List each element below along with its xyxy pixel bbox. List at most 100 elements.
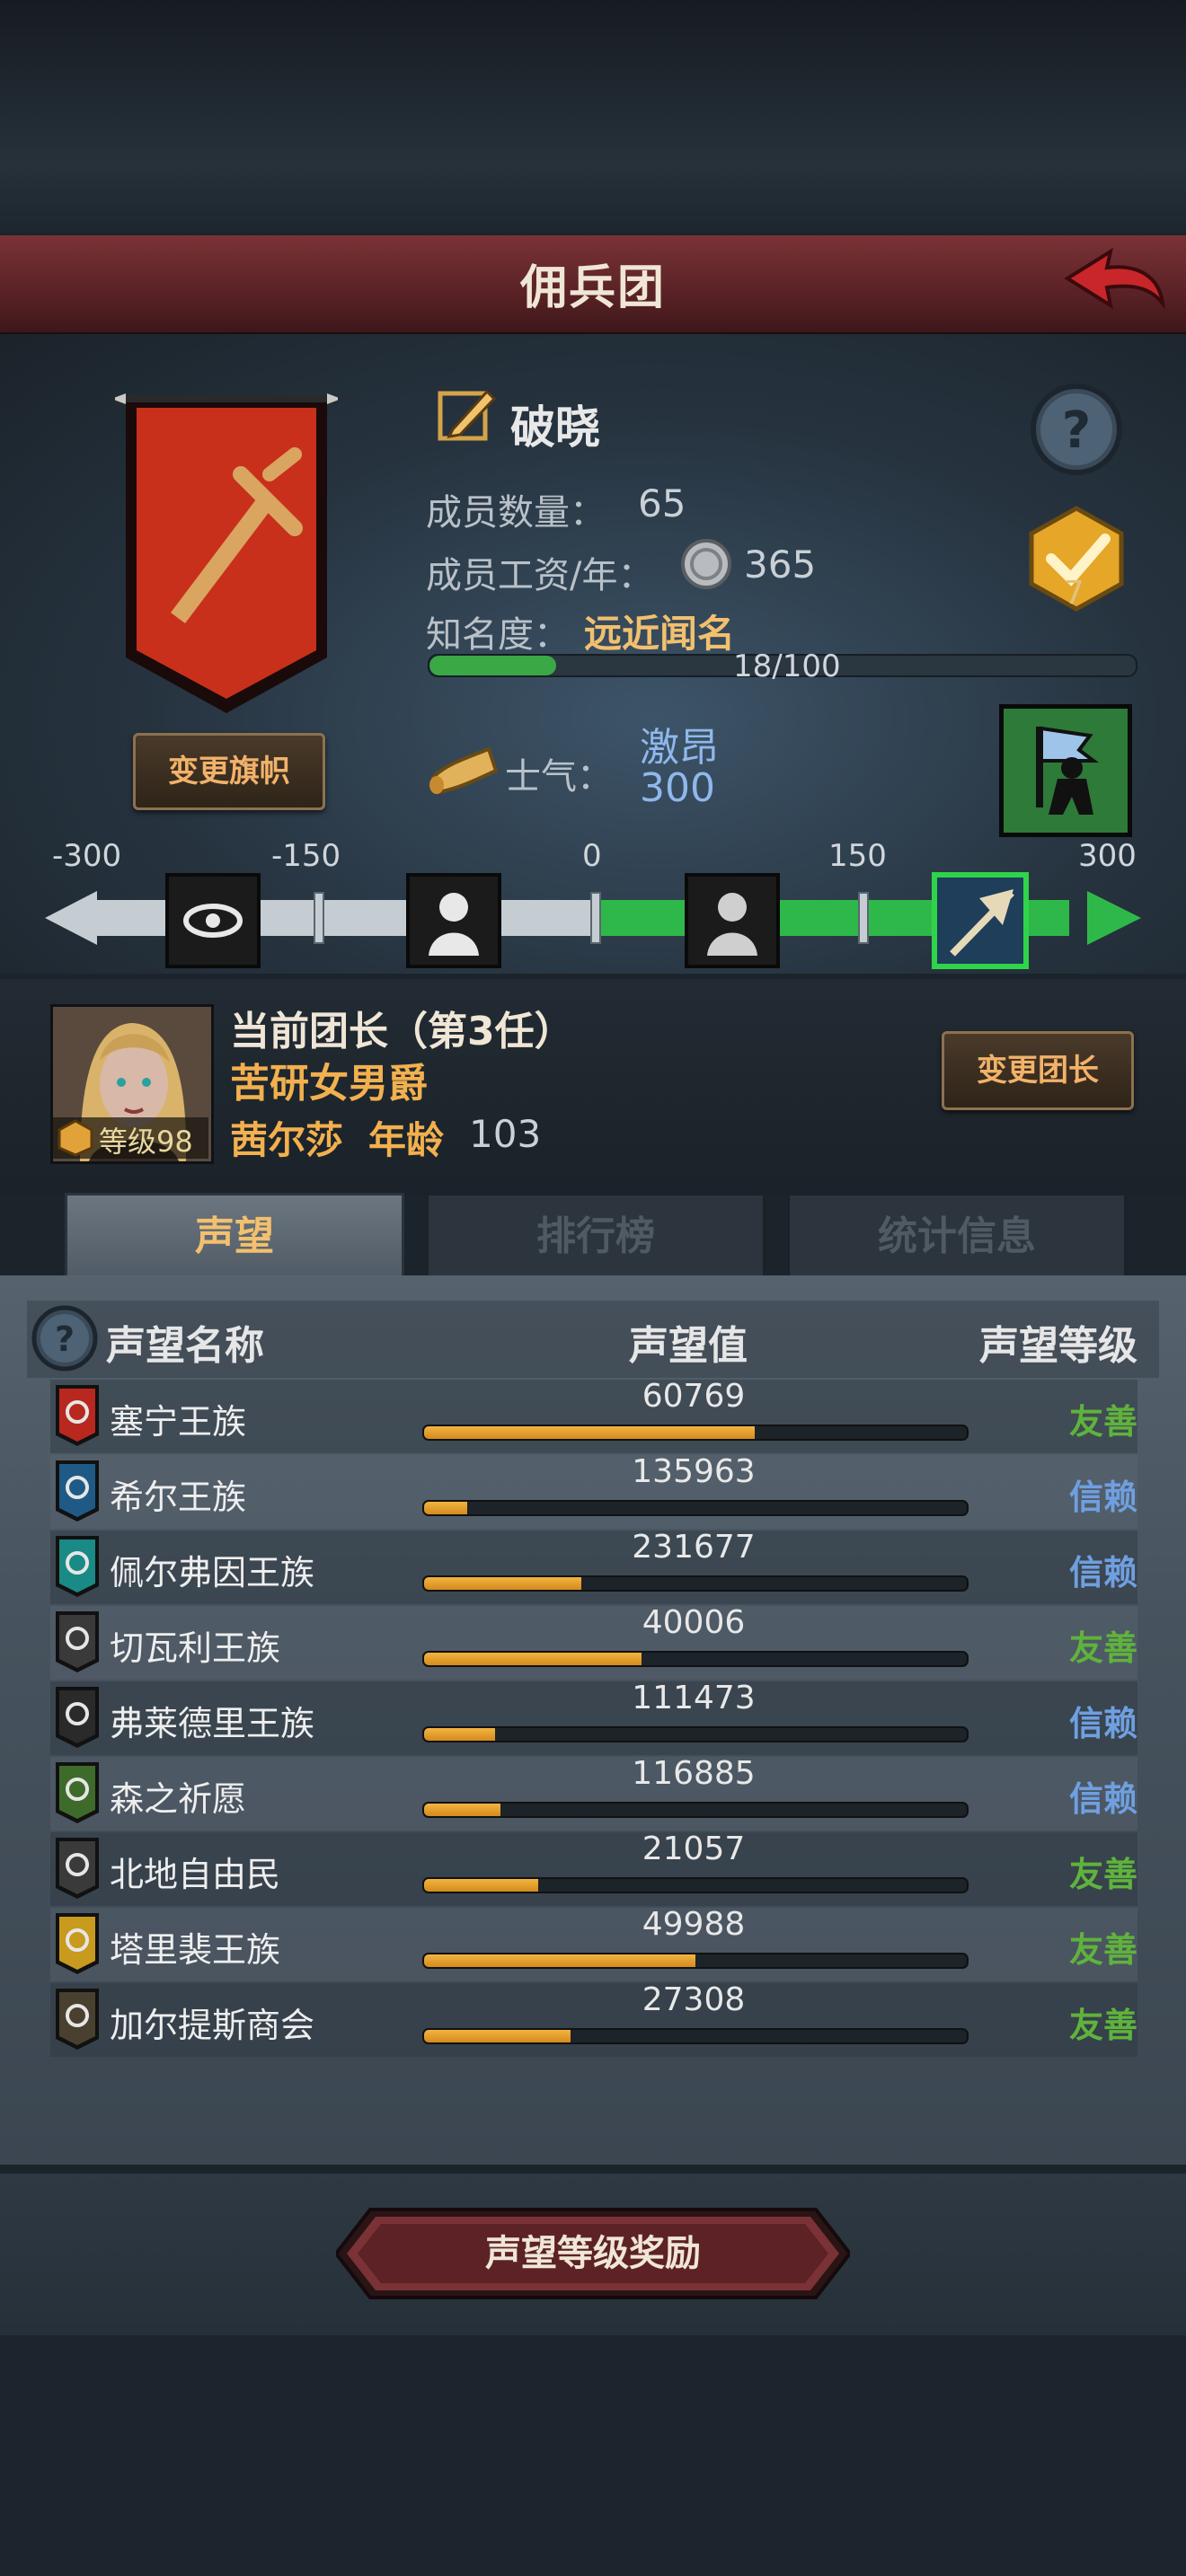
reputation-progress-bar — [422, 1425, 969, 1441]
morale-status-icon[interactable] — [999, 704, 1132, 837]
morale-high-icon — [932, 872, 1029, 969]
reputation-value: 49988 — [642, 1906, 746, 1943]
faction-name: 塞宁王族 — [110, 1402, 247, 1442]
bottom-background — [0, 2335, 1186, 2576]
leader-trait: 苦研女男爵 — [230, 1061, 428, 1107]
reputation-level: 信赖 — [1068, 1553, 1137, 1592]
morale-low-icon — [406, 873, 501, 968]
reputation-progress-bar — [422, 1802, 969, 1818]
reputation-value: 60769 — [642, 1378, 746, 1415]
table-row[interactable]: 弗莱德里王族 111473 信赖 — [50, 1680, 1137, 1755]
table-row[interactable]: 希尔王族 135963 信赖 — [50, 1453, 1137, 1529]
svg-text:?: ? — [55, 1319, 75, 1359]
change-banner-button[interactable]: 变更旗帜 — [133, 733, 325, 810]
faction-crest-icon — [56, 1536, 99, 1597]
reputation-level: 信赖 — [1068, 1704, 1137, 1743]
tab-statistics[interactable]: 统计信息 — [787, 1193, 1127, 1281]
reputation-progress-bar — [422, 2028, 969, 2044]
reputation-level: 信赖 — [1068, 1478, 1137, 1517]
faction-crest-icon — [56, 1611, 99, 1672]
page-title: 佣兵团 — [519, 261, 666, 315]
top-background — [0, 0, 1186, 234]
reputation-level: 友善 — [1068, 1628, 1137, 1668]
faction-crest-icon — [56, 1913, 99, 1974]
reputation-value: 231677 — [632, 1529, 756, 1566]
reputation-level: 友善 — [1068, 1402, 1137, 1442]
faction-crest-icon — [56, 1385, 99, 1446]
faction-crest-icon — [56, 1687, 99, 1748]
silver-coin-icon — [681, 539, 731, 589]
reputation-progress-bar — [422, 1500, 969, 1516]
fame-label: 知名度： — [426, 614, 570, 656]
faction-crest-icon — [56, 1989, 99, 2050]
morale-tick-label: -300 — [52, 838, 121, 874]
leader-level: 等级98 — [99, 1125, 193, 1159]
guild-banner — [115, 393, 338, 713]
table-row[interactable]: 北地自由民 21057 友善 — [50, 1831, 1137, 1906]
morale-state: 激昂 — [640, 725, 719, 771]
morale-tick-marker — [314, 892, 324, 944]
faction-name: 佩尔弗因王族 — [110, 1553, 315, 1592]
reputation-value: 27308 — [642, 1981, 746, 2018]
salary-label: 成员工资/年： — [426, 555, 654, 596]
salary-value: 365 — [744, 543, 817, 587]
reputation-level: 友善 — [1068, 2006, 1137, 2045]
faction-crest-icon — [56, 1460, 99, 1522]
tab-reputation[interactable]: 声望 — [65, 1193, 404, 1278]
reputation-progress-fill — [424, 1728, 495, 1741]
table-row[interactable]: 森之祈愿 116885 信赖 — [50, 1755, 1137, 1831]
leader-title: 当前团长（第3任） — [230, 1009, 574, 1054]
fame-progress-fill — [429, 656, 557, 675]
morale-tick-label: 0 — [582, 838, 602, 874]
table-row[interactable]: 加尔提斯商会 27308 友善 — [50, 1981, 1137, 2057]
reputation-progress-bar — [422, 1651, 969, 1667]
morale-despair-icon — [165, 873, 261, 968]
reward-button-label[interactable]: 声望等级奖励 — [336, 2206, 850, 2301]
help-icon[interactable]: ? — [1028, 381, 1125, 478]
svg-text:?: ? — [1062, 401, 1091, 460]
help-icon[interactable]: ? — [31, 1304, 99, 1372]
reputation-value: 111473 — [632, 1680, 756, 1716]
reputation-progress-fill — [424, 1426, 756, 1439]
column-header-value: 声望值 — [629, 1323, 748, 1369]
faction-name: 森之祈愿 — [110, 1779, 247, 1819]
back-button[interactable] — [1060, 235, 1168, 325]
reputation-level: 友善 — [1068, 1855, 1137, 1894]
faction-name: 弗莱德里王族 — [110, 1704, 315, 1743]
reputation-level: 信赖 — [1068, 1779, 1137, 1819]
table-row[interactable]: 塞宁王族 60769 友善 — [50, 1378, 1137, 1453]
guild-name: 破晓 — [510, 401, 600, 454]
table-row[interactable]: 塔里裴王族 49988 友善 — [50, 1906, 1137, 1981]
reputation-progress-bar — [422, 1953, 969, 1969]
reputation-progress-fill — [424, 1954, 695, 1967]
horn-icon — [429, 746, 499, 795]
morale-tick-label: 300 — [1078, 838, 1137, 874]
members-value: 65 — [638, 481, 686, 525]
morale-tick-marker — [590, 892, 601, 944]
table-row[interactable]: 佩尔弗因王族 231677 信赖 — [50, 1529, 1137, 1604]
back-arrow-icon — [1064, 247, 1165, 310]
column-header-name: 声望名称 — [106, 1323, 264, 1369]
reputation-progress-fill — [424, 1653, 642, 1665]
table-row[interactable]: 切瓦利王族 40006 友善 — [50, 1604, 1137, 1680]
leader-name: 茜尔莎 — [230, 1118, 344, 1162]
reputation-value: 135963 — [632, 1453, 756, 1490]
faction-name: 希尔王族 — [110, 1478, 247, 1517]
fame-progress-text: 18/100 — [733, 648, 841, 684]
leader-age-label: 年龄 — [368, 1118, 445, 1162]
faction-name: 北地自由民 — [110, 1855, 281, 1894]
reputation-value: 21057 — [642, 1831, 746, 1867]
faction-name: 塔里裴王族 — [110, 1930, 281, 1970]
change-leader-button[interactable]: 变更团长 — [942, 1031, 1134, 1110]
faction-crest-icon — [56, 1838, 99, 1899]
reputation-value: 116885 — [632, 1755, 756, 1792]
fame-value: 远近闻名 — [584, 612, 736, 656]
column-header-level: 声望等级 — [979, 1323, 1137, 1369]
reputation-progress-bar — [422, 1726, 969, 1742]
tab-ranking[interactable]: 排行榜 — [426, 1193, 766, 1281]
edit-name-icon[interactable] — [437, 384, 500, 447]
reputation-progress-fill — [424, 1577, 582, 1590]
leader-age-value: 103 — [469, 1112, 542, 1156]
morale-tick-marker — [858, 892, 869, 944]
morale-calm-icon — [685, 873, 780, 968]
